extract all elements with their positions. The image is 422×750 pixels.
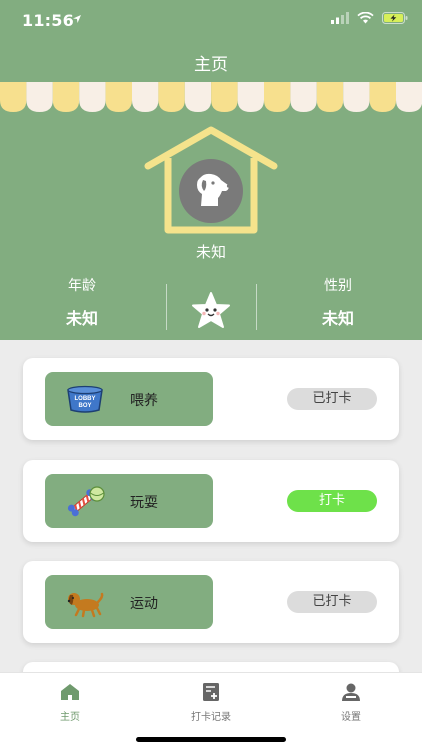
task-label: 玩耍 bbox=[130, 495, 158, 511]
tab-label: 主页 bbox=[60, 712, 80, 723]
dog-food-bowl-icon: LOBBY BOY bbox=[67, 385, 103, 413]
task-card-play: 玩耍 打卡 bbox=[23, 460, 399, 542]
task-card-feeding: LOBBY BOY 喂养 已打卡 bbox=[23, 358, 399, 440]
awning-stripe bbox=[26, 82, 53, 112]
age-value: 未知 bbox=[65, 309, 98, 328]
tab-settings[interactable]: 设置 bbox=[296, 681, 406, 723]
awning-stripe bbox=[290, 82, 317, 112]
status-bar: 11:56 bbox=[0, 0, 422, 40]
location-arrow-icon bbox=[73, 15, 81, 23]
task-label: 喂养 bbox=[130, 393, 158, 409]
task-label: 运动 bbox=[130, 596, 158, 612]
age-label: 年龄 bbox=[68, 278, 96, 294]
task-card-exercise: 运动 已打卡 bbox=[23, 561, 399, 643]
task-chip[interactable]: 运动 bbox=[45, 575, 213, 629]
awning-stripe bbox=[105, 82, 132, 112]
tab-label: 设置 bbox=[341, 712, 361, 723]
awning-stripe bbox=[52, 82, 80, 112]
awning-stripe bbox=[316, 82, 344, 112]
task-chip[interactable]: 玩耍 bbox=[45, 474, 213, 528]
page-title: 主页 bbox=[194, 55, 228, 75]
checkin-button[interactable]: 打卡 bbox=[287, 490, 377, 512]
task-chip[interactable]: LOBBY BOY 喂养 bbox=[45, 372, 213, 426]
status-time: 11:56 bbox=[22, 11, 74, 30]
gender-label: 性别 bbox=[324, 278, 352, 294]
awning-stripe bbox=[79, 82, 106, 112]
gender-value: 未知 bbox=[321, 309, 354, 328]
awning-stripe bbox=[343, 82, 370, 112]
battery-charging-icon bbox=[382, 12, 408, 24]
awning-stripe bbox=[264, 82, 291, 112]
awning-stripe bbox=[0, 82, 27, 112]
stat-divider bbox=[166, 284, 167, 330]
svg-text:BOY: BOY bbox=[78, 403, 91, 409]
tab-checkin-record[interactable]: 打卡记录 bbox=[156, 681, 266, 723]
pet-name: 未知 bbox=[195, 243, 226, 261]
awning-stripe bbox=[158, 82, 185, 112]
settings-user-icon bbox=[342, 683, 360, 701]
cellular-signal-icon bbox=[331, 12, 349, 24]
home-indicator[interactable] bbox=[136, 737, 286, 742]
pet-profile-header: 未知 年龄 未知 性别 未知 bbox=[0, 112, 422, 340]
toy-bone-icon bbox=[67, 486, 105, 517]
stat-divider bbox=[256, 284, 257, 330]
awning-decoration bbox=[0, 82, 422, 114]
navigation-bar: 主页 bbox=[0, 40, 422, 84]
svg-text:LOBBY: LOBBY bbox=[75, 396, 96, 402]
wifi-icon bbox=[357, 12, 374, 24]
star-mascot-icon bbox=[192, 292, 230, 328]
awning-stripe bbox=[132, 82, 159, 112]
tab-label: 打卡记录 bbox=[191, 712, 231, 723]
dog-avatar-icon bbox=[179, 159, 243, 223]
awning-stripe bbox=[369, 82, 396, 112]
awning-stripe bbox=[184, 82, 212, 112]
gender-stat: 性别 未知 bbox=[268, 275, 408, 329]
awning-stripe bbox=[237, 82, 264, 112]
checkin-record-icon bbox=[203, 683, 219, 701]
running-dog-icon bbox=[67, 592, 104, 618]
awning-stripe bbox=[396, 82, 422, 112]
age-stat: 年龄 未知 bbox=[12, 275, 152, 329]
checkin-button[interactable]: 已打卡 bbox=[287, 591, 377, 613]
awning-stripe bbox=[211, 82, 238, 112]
checkin-button[interactable]: 已打卡 bbox=[287, 388, 377, 410]
tab-home[interactable]: 主页 bbox=[15, 681, 125, 723]
home-icon bbox=[61, 684, 79, 700]
